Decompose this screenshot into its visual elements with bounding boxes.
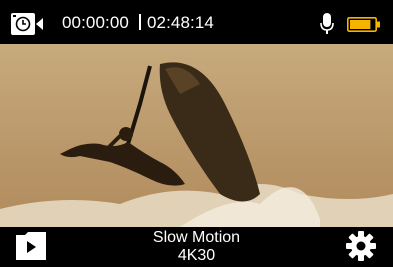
recording-mode-resolution[interactable]: 4K30 [0,247,393,265]
microphone-icon [320,13,334,35]
elapsed-time: 00:00:00 [62,13,129,32]
video-camera-timer-icon[interactable] [10,12,50,36]
battery-icon [347,17,381,32]
status-bar: 00:00:00 02:48:14 [0,0,393,44]
time-separator [138,14,141,30]
remaining-time: 02:48:14 [146,13,214,32]
recording-mode-name[interactable]: Slow Motion [0,229,393,247]
camera-viewfinder[interactable] [0,44,393,227]
recording-timecode: 00:00:00 02:48:14 [62,13,214,33]
gear-icon[interactable] [345,230,377,262]
bottom-bar: Slow Motion 4K30 [0,227,393,266]
